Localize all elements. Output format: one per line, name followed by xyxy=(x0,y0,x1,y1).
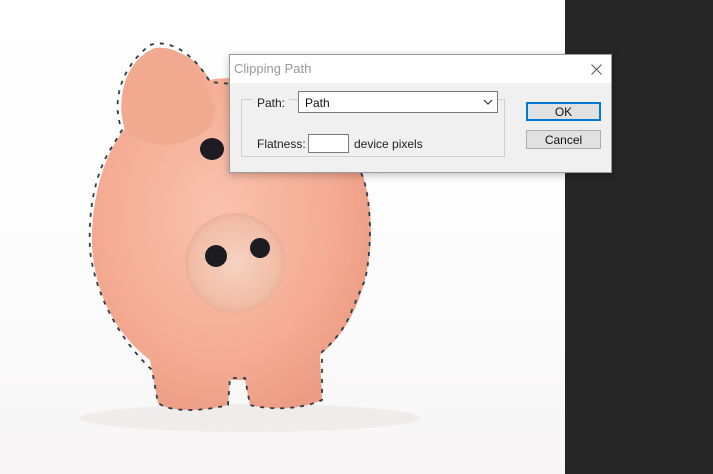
flatness-label: Flatness: xyxy=(257,137,306,151)
nostril-left-icon xyxy=(205,245,227,267)
pig-snout xyxy=(185,213,285,313)
cancel-button[interactable]: Cancel xyxy=(526,130,601,149)
device-pixels-label: device pixels xyxy=(354,137,423,151)
nostril-right-icon xyxy=(250,238,270,258)
pig-ear xyxy=(121,47,216,145)
close-icon xyxy=(590,63,602,75)
dialog-titlebar[interactable]: Clipping Path xyxy=(230,55,611,83)
close-button[interactable] xyxy=(581,55,611,83)
chevron-down-icon xyxy=(483,99,493,105)
path-select-value: Path xyxy=(305,96,330,110)
dialog-title: Clipping Path xyxy=(234,61,312,76)
path-label: Path: xyxy=(253,96,290,110)
floor-shadow xyxy=(80,404,420,432)
path-select[interactable]: Path xyxy=(298,91,498,113)
flatness-input[interactable] xyxy=(308,134,349,153)
pig-eye xyxy=(200,138,224,160)
clipping-path-dialog: Clipping Path Path: Path Flatness: devic… xyxy=(229,54,612,173)
ok-button[interactable]: OK xyxy=(526,102,601,121)
